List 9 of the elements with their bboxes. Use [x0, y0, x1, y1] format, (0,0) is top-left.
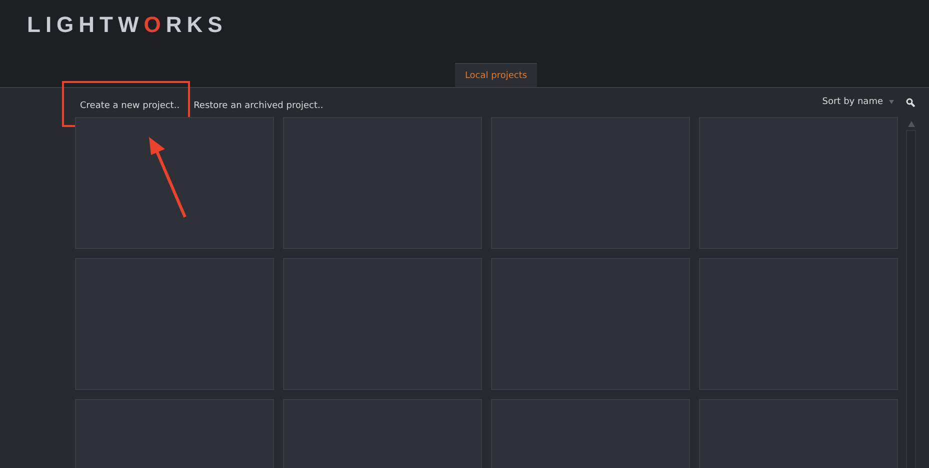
- caret-icon: [889, 100, 894, 104]
- project-tile[interactable]: [75, 117, 274, 249]
- search-icon[interactable]: [906, 98, 915, 106]
- sort-dropdown[interactable]: Sort by name: [822, 97, 894, 107]
- scroll-up-icon[interactable]: [908, 121, 914, 127]
- logo: LIGHTW O RKS: [27, 12, 228, 38]
- action-link[interactable]: Create a new project..: [80, 101, 180, 111]
- action-link[interactable]: Restore an archived project..: [194, 100, 324, 110]
- tab[interactable]: Local projects: [454, 63, 538, 87]
